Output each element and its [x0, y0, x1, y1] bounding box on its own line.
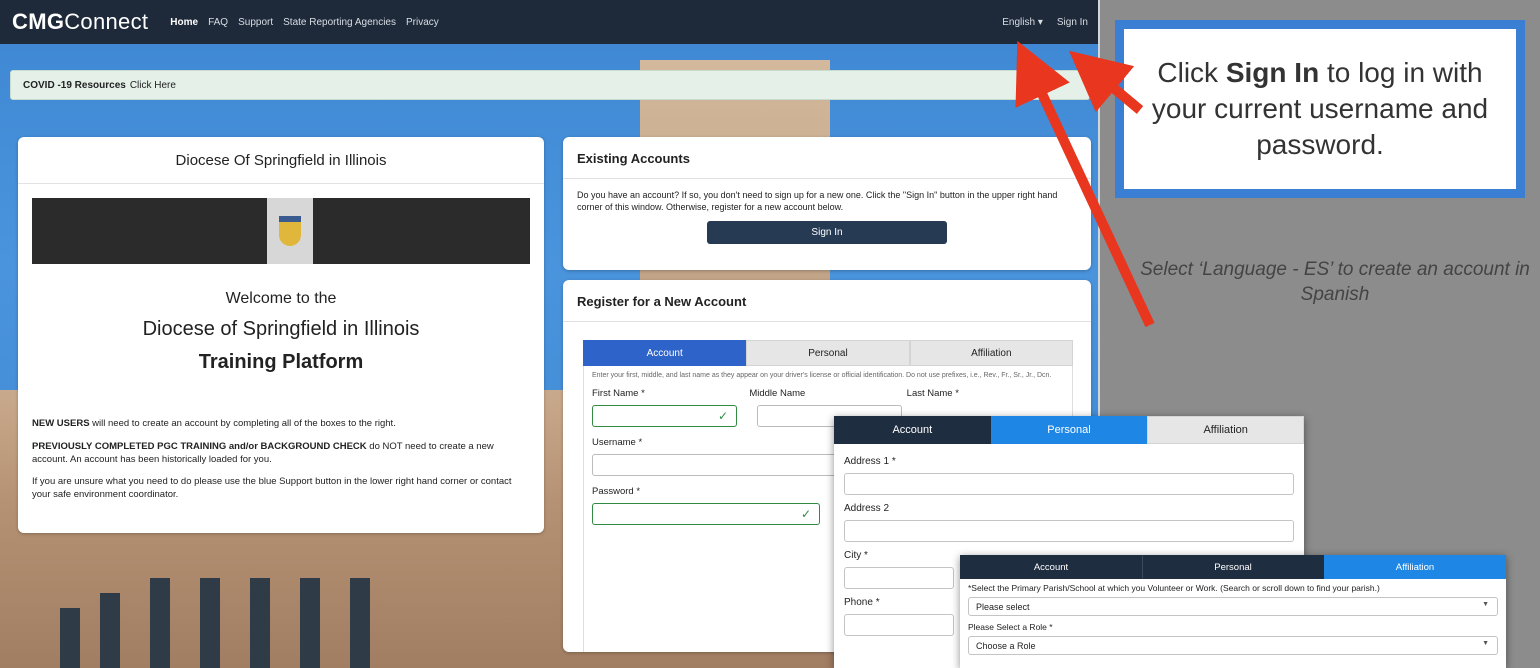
tab-account[interactable]: Account — [583, 340, 747, 366]
existing-text: Do you have an account? If so, you don't… — [577, 190, 1058, 213]
tab-personal[interactable]: Personal — [746, 340, 910, 366]
role-select[interactable]: Choose a Role ▼ — [968, 636, 1498, 655]
address1-input[interactable] — [844, 473, 1294, 495]
instructions: NEW USERS will need to create an account… — [32, 418, 512, 501]
parish-select[interactable]: Please select ▼ — [968, 597, 1498, 616]
welcome-heading: Welcome to the Diocese of Springfield in… — [142, 290, 420, 373]
chevron-down-icon: ▼ — [1482, 640, 1489, 647]
top-navbar: CMGConnect Home FAQ Support State Report… — [0, 0, 1098, 44]
nav-support[interactable]: Support — [238, 17, 273, 28]
diocese-title: Diocese Of Springfield in Illinois — [18, 137, 544, 184]
nav-home[interactable]: Home — [170, 17, 198, 28]
diocese-card: Diocese Of Springfield in Illinois Welco… — [18, 137, 544, 533]
parish-label: *Select the Primary Parish/School at whi… — [968, 583, 1380, 593]
language-dropdown[interactable]: English ▾ — [1002, 17, 1043, 28]
tab-personal[interactable]: Personal — [990, 416, 1148, 444]
name-hint: Enter your first, middle, and last name … — [592, 372, 1052, 379]
chevron-down-icon: ▾ — [1037, 16, 1043, 28]
nav-privacy[interactable]: Privacy — [406, 17, 439, 28]
check-icon: ✓ — [800, 507, 811, 521]
register-tabs: Account Personal Affiliation — [583, 340, 1073, 366]
tab-account[interactable]: Account — [834, 416, 991, 444]
first-name-input[interactable]: ✓ — [592, 405, 737, 427]
address2-input[interactable] — [844, 520, 1294, 542]
tab-affiliation[interactable]: Affiliation — [909, 340, 1073, 366]
role-label: Please Select a Role — [968, 622, 1047, 632]
nav-state-reporting[interactable]: State Reporting Agencies — [283, 17, 396, 28]
diocese-banner — [32, 198, 530, 264]
phone-input[interactable] — [844, 614, 954, 636]
chevron-down-icon: ▼ — [1482, 601, 1489, 608]
language-note: Select ‘Language - ES’ to create an acco… — [1140, 259, 1530, 305]
nav-faq[interactable]: FAQ — [208, 17, 228, 28]
nav-signin[interactable]: Sign In — [1057, 17, 1088, 28]
password-input[interactable]: ✓ — [592, 503, 820, 525]
covid-label: COVID -19 Resources — [23, 79, 126, 91]
brand-logo[interactable]: CMGConnect — [12, 9, 148, 35]
covid-banner: COVID -19 Resources Click Here — [10, 70, 1090, 100]
tab-personal[interactable]: Personal — [1142, 555, 1324, 579]
existing-title: Existing Accounts — [563, 137, 1091, 179]
check-icon: ✓ — [717, 409, 728, 423]
diocese-crest-icon — [267, 198, 313, 264]
covid-link[interactable]: Click Here — [130, 80, 176, 91]
tab-affiliation[interactable]: Affiliation — [1324, 555, 1506, 579]
tab-affiliation[interactable]: Affiliation — [1147, 416, 1305, 444]
tab-account[interactable]: Account — [960, 555, 1142, 579]
existing-accounts-card: Existing Accounts Do you have an account… — [563, 137, 1091, 270]
signin-button[interactable]: Sign In — [707, 221, 947, 245]
register-title: Register for a New Account — [563, 280, 1091, 322]
affiliation-panel: Account Personal Affiliation *Select the… — [960, 555, 1506, 668]
city-input[interactable] — [844, 567, 954, 589]
signin-callout: Click Sign In to log in with your curren… — [1115, 20, 1525, 198]
